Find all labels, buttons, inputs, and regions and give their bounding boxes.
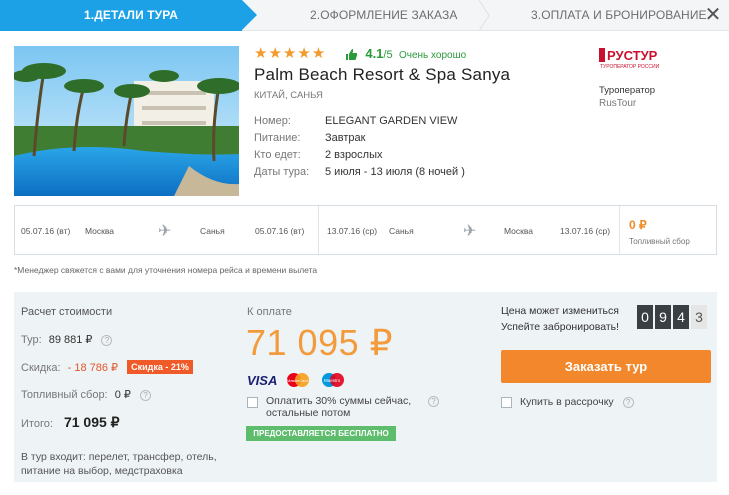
mastercard-logo: MasterCard (287, 373, 309, 387)
detail-label: Даты тура: (254, 166, 310, 178)
thumbs-up-icon (346, 49, 358, 60)
step-separator (478, 0, 490, 31)
calc-total-label: Итого: (21, 418, 53, 430)
timer-digit: 9 (655, 305, 671, 329)
calc-title: Расчет стоимости (21, 306, 113, 318)
flight-date-arrive: 05.07.16 (вт) (255, 226, 305, 236)
price-warning: Цена может измениться Успейте заброниров… (501, 303, 619, 335)
calc-discount-value: - 18 786 ₽ (67, 362, 119, 374)
order-tour-button[interactable]: Заказать тур (501, 350, 711, 383)
rating-text: Очень хорошо (398, 50, 467, 61)
calc-fuel-value: 0 ₽ (114, 389, 131, 401)
step-tour-details[interactable]: 1.ДЕТАЛИ ТУРА (0, 0, 257, 31)
step-payment-booking[interactable]: 3.ОПЛАТА И БРОНИРОВАНИЕ (531, 0, 707, 31)
maestro-logo: Maestro (322, 373, 344, 387)
operator-logo-subtext: ТУРОПЕРАТОР РОССИИ (600, 64, 660, 70)
partial-payment-checkbox[interactable] (247, 397, 258, 408)
fuel-label: Топливный сбор (629, 237, 690, 246)
calc-fuel-row: Топливный сбор: 0 ₽ ? (21, 388, 151, 401)
visa-logo: VISA (247, 373, 277, 388)
fuel-amount: 0 ₽ (629, 218, 647, 232)
rating-denominator: /5 (383, 49, 393, 61)
plane-icon: ✈ (158, 223, 172, 240)
fuel-surcharge: 0 ₽ Топливный сбор (629, 206, 717, 254)
flight-date-arrive: 13.07.16 (ср) (560, 226, 611, 236)
operator-name: RusTour (599, 98, 637, 109)
detail-label: Кто едет: (254, 149, 301, 161)
info-icon[interactable]: ? (428, 396, 439, 407)
detail-value: 5 июля - 13 июля (8 ночей ) (325, 166, 465, 178)
partial-payment-text: Оплатить 30% суммы сейчас, остальные пот… (266, 395, 412, 419)
calc-tour-value: 89 881 ₽ (48, 334, 93, 346)
calc-fuel-label: Топливный сбор: (21, 389, 108, 401)
price-warning-line1: Цена может измениться (501, 305, 619, 317)
price-warning-line2: Успейте забронировать! (501, 321, 620, 333)
calc-total-row: Итого: 71 095 ₽ (21, 414, 120, 431)
timer-digit: 3 (691, 305, 707, 329)
step-order-form[interactable]: 2.ОФОРМЛЕНИЕ ЗАКАЗА (310, 0, 457, 31)
flight-divider (619, 206, 620, 254)
info-icon[interactable]: ? (101, 335, 113, 346)
installment-label[interactable]: Купить в рассрочку ? (520, 396, 634, 408)
hotel-rating: 4.1/5 Очень хорошо (345, 46, 466, 61)
flight-city-from: Санья (389, 226, 414, 236)
countdown-timer: 0943 (637, 305, 709, 329)
hotel-location: КИТАЙ, САНЬЯ (254, 90, 323, 101)
tour-details-list: Номер: ELEGANT GARDEN VIEW Питание: Завтра… (254, 113, 465, 181)
calc-tour-label: Тур: (21, 334, 42, 346)
installment-text: Купить в рассрочку (520, 396, 614, 408)
info-icon[interactable]: ? (139, 390, 151, 401)
operator-logo-text: РУСТУР (607, 48, 658, 63)
flight-city-to: Санья (200, 226, 225, 236)
mastercard-logo-text: MasterCard (287, 378, 308, 383)
tour-includes: В тур входит: перелет, трансфер, отель, … (21, 451, 217, 477)
detail-value: Завтрак (325, 132, 366, 144)
calc-tour-row: Тур: 89 881 ₽ ? (21, 333, 113, 346)
discount-badge: Скидка - 21% (127, 360, 193, 374)
plane-icon: ✈ (463, 223, 477, 240)
detail-value: 2 взрослых (325, 149, 383, 161)
flight-return: 13.07.16 (ср) Санья ✈ Москва 13.07.16 (с… (319, 206, 619, 254)
flight-date-depart: 05.07.16 (вт) (21, 226, 71, 236)
detail-label: Питание: (254, 132, 301, 144)
detail-dates: Даты тура: 5 июля - 13 июля (8 ночей ) (254, 164, 465, 181)
flight-city-from: Москва (85, 226, 115, 236)
detail-room: Номер: ELEGANT GARDEN VIEW (254, 113, 465, 130)
flight-city-to: Москва (504, 226, 534, 236)
hotel-name[interactable]: Palm Beach Resort & Spa Sanya (254, 65, 510, 85)
rating-value: 4.1 (365, 46, 384, 61)
detail-meal: Питание: Завтрак (254, 130, 465, 147)
step-arrow (242, 0, 257, 30)
payment-cards: VISA MasterCard Maestro (247, 372, 357, 388)
detail-value: ELEGANT GARDEN VIEW (325, 115, 458, 127)
flights-panel: 05.07.16 (вт) Москва ✈ Санья 05.07.16 (в… (14, 205, 717, 255)
flight-outbound: 05.07.16 (вт) Москва ✈ Санья 05.07.16 (в… (15, 206, 318, 254)
manager-note: *Менеджер свяжется с вами для уточнения … (14, 265, 318, 275)
detail-label: Номер: (254, 115, 291, 127)
pay-amount: 71 095 ₽ (246, 322, 394, 363)
timer-digit: 4 (673, 305, 689, 329)
installment-checkbox[interactable] (501, 397, 512, 408)
hotel-stars: ★★★★★ (254, 45, 327, 62)
info-icon[interactable]: ? (622, 397, 634, 408)
partial-payment-label[interactable]: Оплатить 30% суммы сейчас, остальные пот… (266, 395, 439, 419)
flight-date-depart: 13.07.16 (ср) (327, 226, 378, 236)
detail-travelers: Кто едет: 2 взрослых (254, 147, 465, 164)
operator-logo: РУСТУР ТУРОПЕРАТОР РОССИИ (599, 47, 669, 71)
timer-digit: 0 (637, 305, 653, 329)
maestro-logo-text: Maestro (324, 378, 341, 383)
operator-label: Туроператор (599, 85, 656, 96)
calc-discount-label: Скидка: (21, 362, 61, 374)
calc-total-value: 71 095 ₽ (63, 414, 120, 430)
close-icon[interactable]: ✕ (703, 5, 723, 25)
free-badge: ПРЕДОСТАВЛЯЕТСЯ БЕСПЛАТНО (246, 426, 396, 441)
hotel-photo (14, 46, 239, 196)
order-steps-bar: 1.ДЕТАЛИ ТУРА 2.ОФОРМЛЕНИЕ ЗАКАЗА 3.ОПЛА… (0, 0, 729, 31)
pay-title: К оплате (247, 306, 292, 318)
step-tour-details-label: 1.ДЕТАЛИ ТУРА (84, 8, 179, 22)
calc-discount-row: Скидка: - 18 786 ₽ Скидка - 21% (21, 360, 193, 374)
